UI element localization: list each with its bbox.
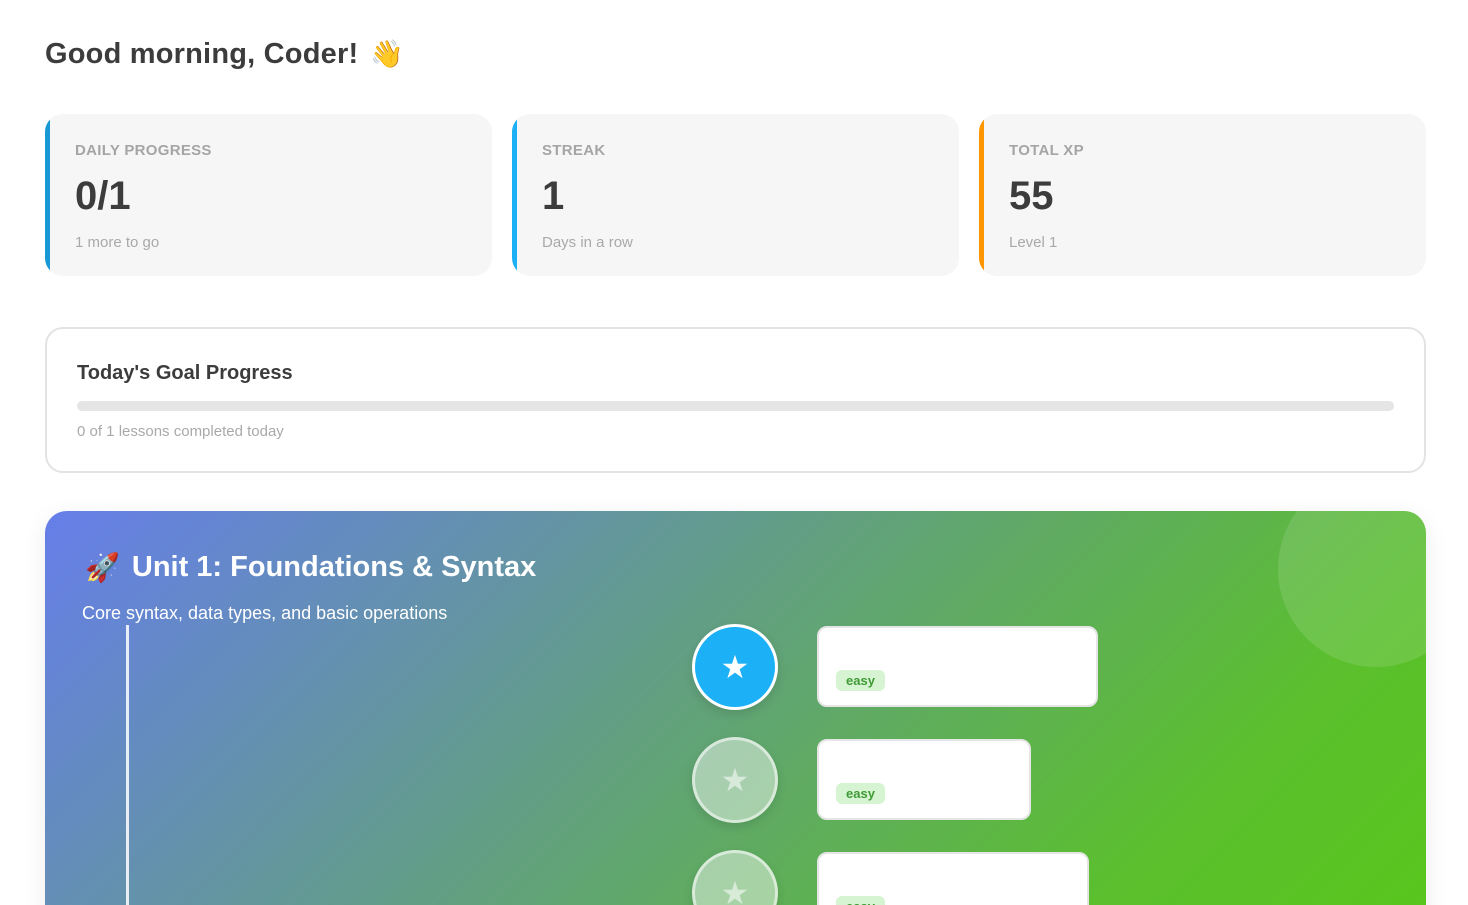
stat-subtext: Level 1 (1009, 234, 1058, 251)
unit-title-text: Unit 1: Foundations & Syntax (131, 551, 537, 583)
lesson-node-3[interactable]: ★ (692, 850, 778, 905)
dashboard-page: Good morning, Coder! 👋 DAILY PROGRESS 0/… (0, 0, 1468, 905)
goal-title: Today's Goal Progress (77, 362, 293, 384)
goal-progress-card: Today's Goal Progress 0 of 1 lessons com… (45, 327, 1426, 473)
stat-label: DAILY PROGRESS (75, 142, 212, 159)
unit-path-line (126, 625, 129, 905)
stat-label: TOTAL XP (1009, 142, 1084, 159)
rocket-icon: 🚀 (85, 552, 120, 583)
unit-description: Core syntax, data types, and basic opera… (82, 603, 448, 623)
stat-accent-bar (45, 114, 50, 276)
waving-hand-icon: 👋 (370, 39, 405, 69)
lesson-card-3[interactable]: easy (817, 852, 1089, 905)
stat-card-total-xp: TOTAL XP 55 Level 1 (979, 114, 1426, 276)
goal-caption: 0 of 1 lessons completed today (77, 423, 284, 440)
difficulty-badge: easy (836, 896, 885, 905)
stat-card-streak: STREAK 1 Days in a row (512, 114, 959, 276)
lesson-node-1[interactable]: ★ (692, 624, 778, 710)
star-icon: ★ (720, 875, 750, 905)
stat-accent-bar (979, 114, 984, 276)
difficulty-badge: easy (836, 783, 885, 804)
lesson-node-2[interactable]: ★ (692, 737, 778, 823)
stat-value: 1 (542, 174, 565, 218)
difficulty-badge: easy (836, 670, 885, 691)
unit-card: 🚀 Unit 1: Foundations & Syntax Core synt… (45, 511, 1426, 905)
stat-subtext: 1 more to go (75, 234, 160, 251)
stat-subtext: Days in a row (542, 234, 633, 251)
star-icon: ★ (720, 649, 750, 685)
unit-title: 🚀 Unit 1: Foundations & Syntax (85, 551, 536, 584)
lesson-card-2[interactable]: easy (817, 739, 1031, 820)
stat-value: 0/1 (75, 174, 131, 218)
stat-card-daily-progress: DAILY PROGRESS 0/1 1 more to go (45, 114, 492, 276)
greeting-heading: Good morning, Coder! 👋 (45, 38, 404, 71)
goal-progress-bar (77, 401, 1394, 411)
lesson-card-1[interactable]: easy (817, 626, 1098, 707)
stat-value: 55 (1009, 174, 1054, 218)
stat-accent-bar (512, 114, 517, 276)
star-icon: ★ (720, 762, 750, 798)
greeting-text: Good morning, Coder! (45, 38, 359, 70)
decorative-circle (1278, 511, 1426, 667)
stat-label: STREAK (542, 142, 606, 159)
